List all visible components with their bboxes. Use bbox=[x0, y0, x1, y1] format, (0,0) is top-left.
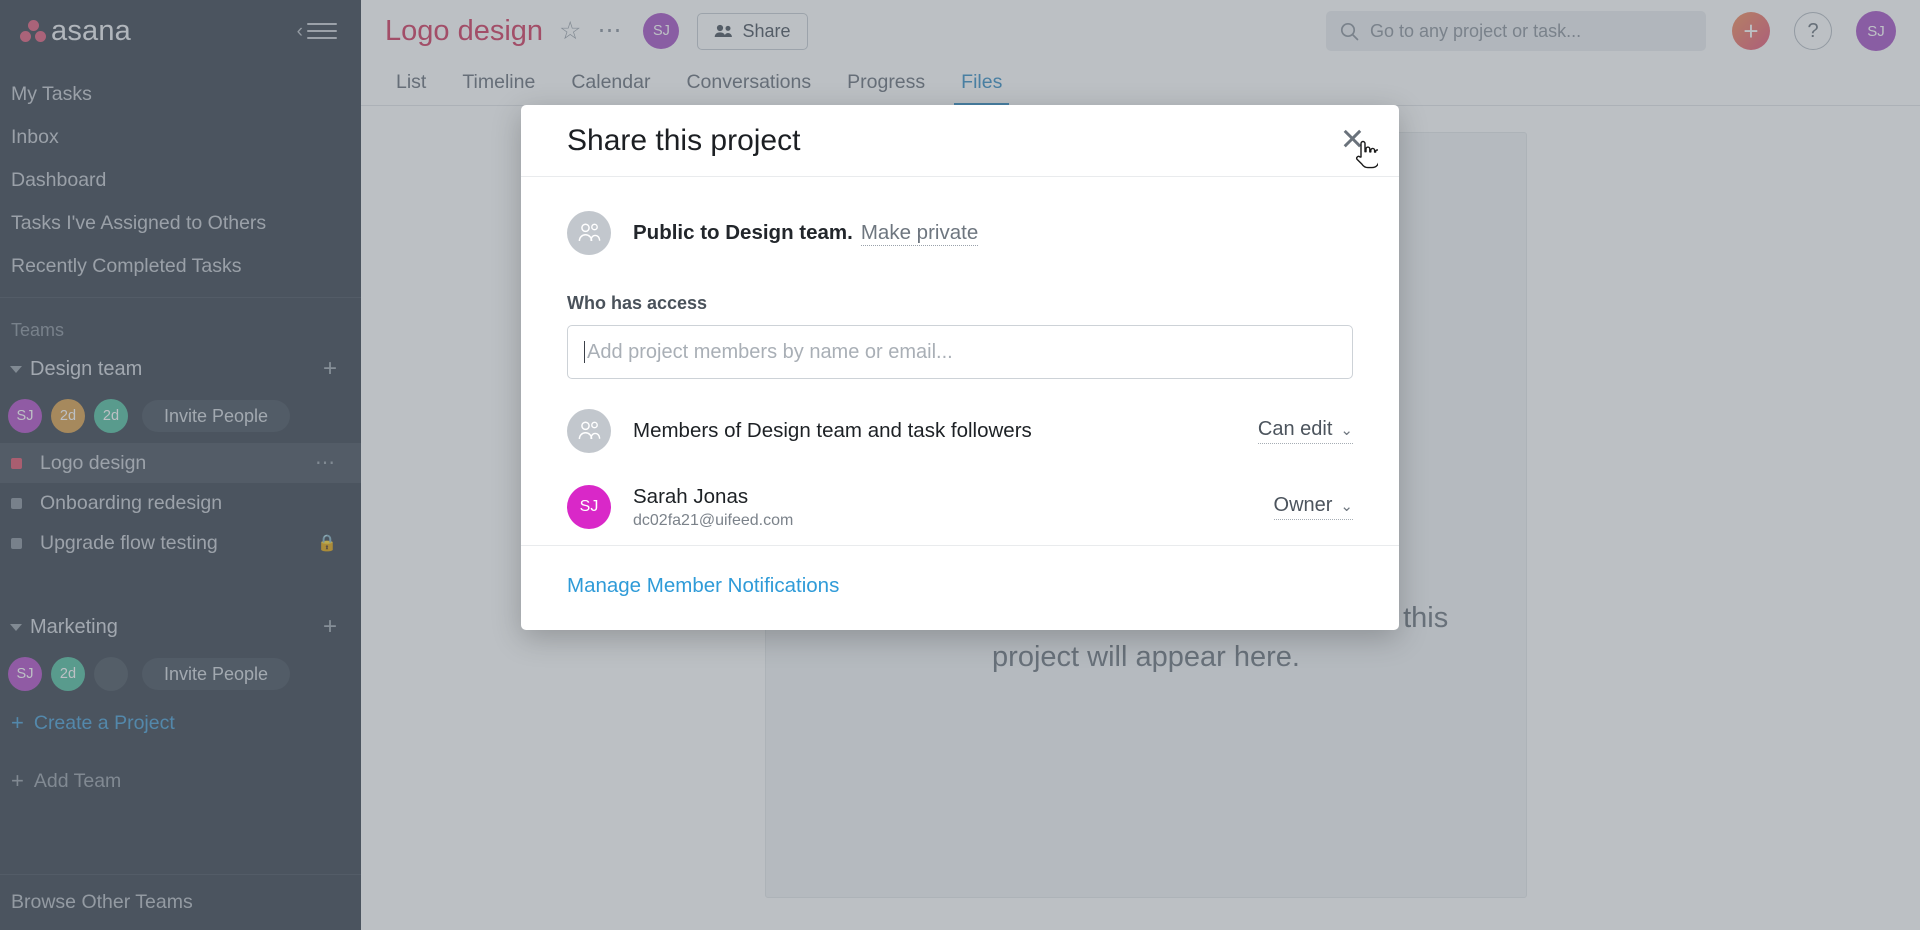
asana-app-window: asana ‹ My Tasks Inbox Dashboard Tasks I… bbox=[0, 0, 1920, 930]
chevron-down-icon: ⌄ bbox=[1340, 497, 1353, 515]
share-project-dialog: Share this project ✕ Public to Design te… bbox=[521, 105, 1399, 630]
visibility-row: Public to Design team. Make private bbox=[567, 177, 1353, 255]
role-dropdown-can-edit[interactable]: Can edit ⌄ bbox=[1257, 418, 1353, 444]
dialog-footer: Manage Member Notifications bbox=[521, 545, 1399, 630]
add-member-input[interactable]: Add project members by name or email... bbox=[567, 325, 1353, 379]
make-private-link[interactable]: Make private bbox=[860, 221, 979, 246]
close-icon[interactable]: ✕ bbox=[1340, 124, 1365, 155]
dialog-body: Public to Design team. Make private Who … bbox=[521, 177, 1399, 545]
dialog-title: Share this project bbox=[567, 123, 801, 157]
visibility-text: Public to Design team. bbox=[633, 221, 853, 244]
access-row-sarah-jonas: SJ Sarah Jonas dc02fa21@uifeed.com Owner… bbox=[567, 469, 1353, 545]
access-row-email: dc02fa21@uifeed.com bbox=[633, 511, 794, 529]
access-row-name: Sarah Jonas bbox=[633, 484, 749, 508]
avatar: SJ bbox=[567, 485, 611, 529]
manage-member-notifications-link[interactable]: Manage Member Notifications bbox=[567, 574, 839, 597]
access-row-info: Sarah Jonas dc02fa21@uifeed.com bbox=[633, 485, 1274, 530]
role-dropdown-owner[interactable]: Owner ⌄ bbox=[1273, 494, 1353, 520]
access-row-team-members: Members of Design team and task follower… bbox=[567, 393, 1353, 469]
access-row-name: Members of Design team and task follower… bbox=[633, 419, 1032, 442]
text-caret bbox=[584, 341, 585, 363]
add-member-placeholder: Add project members by name or email... bbox=[587, 340, 953, 363]
role-label: Owner bbox=[1273, 494, 1333, 516]
people-group-icon bbox=[567, 211, 611, 255]
role-label: Can edit bbox=[1257, 418, 1333, 440]
dialog-header: Share this project ✕ bbox=[521, 105, 1399, 177]
chevron-down-icon: ⌄ bbox=[1340, 421, 1353, 439]
people-group-icon bbox=[567, 409, 611, 453]
who-has-access-label: Who has access bbox=[567, 293, 708, 313]
access-row-info: Members of Design team and task follower… bbox=[633, 419, 1258, 443]
